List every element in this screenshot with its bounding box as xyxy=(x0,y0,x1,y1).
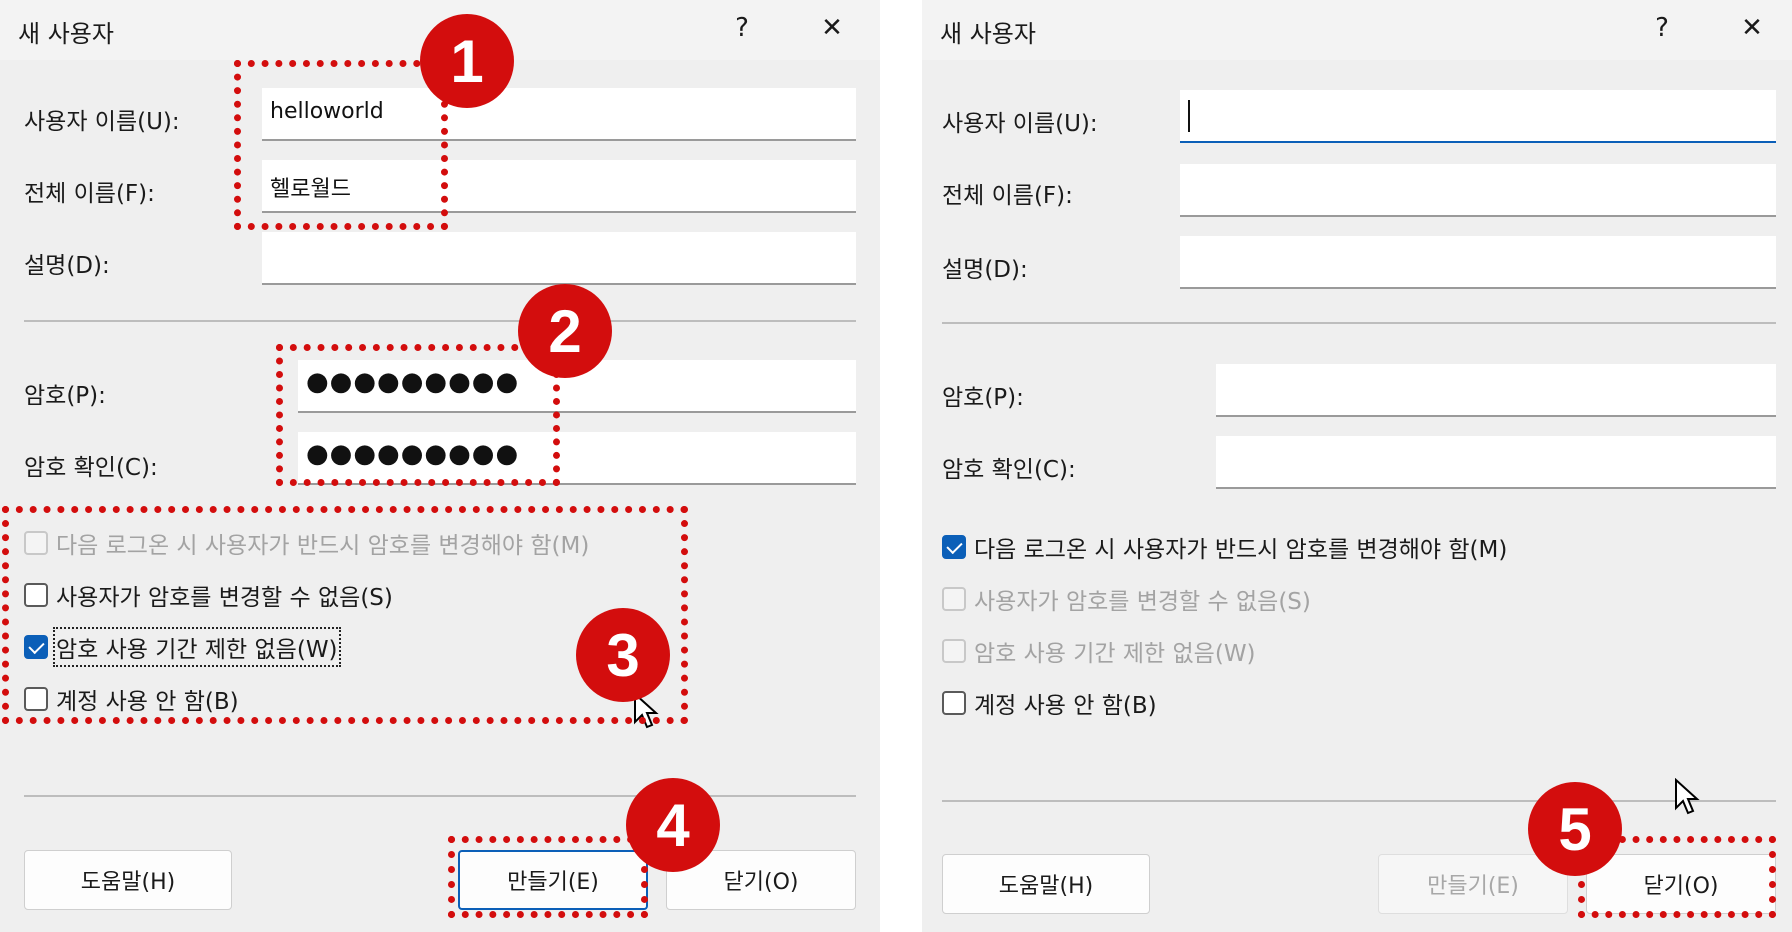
checkbox-password-never-expires[interactable]: 암호 사용 기간 제한 없음(W) xyxy=(24,627,341,667)
fullname-label: 전체 이름(F): xyxy=(942,183,1073,209)
screenshot-stage: 새 사용자 ? ✕ 사용자 이름(U): helloworld 전체 이름(F)… xyxy=(0,0,1792,932)
checkbox-box[interactable] xyxy=(942,691,966,715)
close-button[interactable]: 닫기(O) xyxy=(1586,854,1776,914)
separator xyxy=(942,322,1776,324)
password-input[interactable] xyxy=(1216,364,1776,417)
mouse-pointer-icon xyxy=(1675,778,1700,815)
create-button-disabled: 만들기(E) xyxy=(1378,854,1568,914)
checkbox-password-never-expires: 암호 사용 기간 제한 없음(W) xyxy=(942,634,1256,668)
fullname-input[interactable] xyxy=(1180,164,1776,217)
checkbox-box xyxy=(942,639,966,663)
username-input[interactable] xyxy=(1180,90,1776,143)
checkbox-label: 암호 사용 기간 제한 없음(W) xyxy=(974,641,1256,667)
create-button[interactable]: 만들기(E) xyxy=(458,850,648,910)
title-bar: 새 사용자 ? ✕ xyxy=(0,0,880,60)
checkbox-box[interactable] xyxy=(24,687,48,711)
confirm-password-label: 암호 확인(C): xyxy=(24,455,158,481)
help-button[interactable]: 도움말(H) xyxy=(24,850,232,910)
password-label: 암호(P): xyxy=(942,385,1024,411)
dialog-title: 새 사용자 xyxy=(940,20,1036,48)
description-input[interactable] xyxy=(1180,236,1776,289)
checkbox-box-checked[interactable] xyxy=(942,535,966,559)
description-label: 설명(D): xyxy=(942,257,1028,283)
checkbox-label: 암호 사용 기간 제한 없음(W) xyxy=(53,627,341,667)
separator xyxy=(24,320,856,322)
username-label: 사용자 이름(U): xyxy=(24,109,180,135)
confirm-password-input[interactable]: ●●●●●●●●● xyxy=(298,432,856,485)
checkbox-box xyxy=(942,587,966,611)
username-label: 사용자 이름(U): xyxy=(942,111,1098,137)
confirm-password-label: 암호 확인(C): xyxy=(942,457,1076,483)
checkbox-label: 계정 사용 안 함(B) xyxy=(56,689,239,715)
confirm-password-input[interactable] xyxy=(1216,436,1776,489)
checkbox-box-checked[interactable] xyxy=(24,635,48,659)
separator xyxy=(942,800,1776,802)
checkbox-label: 사용자가 암호를 변경할 수 없음(S) xyxy=(56,585,393,611)
text-caret xyxy=(1188,100,1190,132)
fullname-label: 전체 이름(F): xyxy=(24,181,155,207)
checkbox-label: 다음 로그온 시 사용자가 반드시 암호를 변경해야 함(M) xyxy=(56,533,590,559)
new-user-dialog-filled: 새 사용자 ? ✕ 사용자 이름(U): helloworld 전체 이름(F)… xyxy=(0,0,880,932)
help-question-button[interactable]: ? xyxy=(1640,8,1684,48)
mouse-pointer-icon xyxy=(634,692,659,729)
password-input[interactable]: ●●●●●●●●● xyxy=(298,360,856,413)
fullname-input[interactable]: 헬로월드 xyxy=(262,160,856,213)
new-user-dialog-empty: 새 사용자 ? ✕ 사용자 이름(U): 전체 이름(F): 설명(D): 암호… xyxy=(922,0,1792,932)
checkbox-label: 계정 사용 안 함(B) xyxy=(974,693,1157,719)
dialog-title: 새 사용자 xyxy=(18,20,114,48)
username-input[interactable]: helloworld xyxy=(262,88,856,141)
close-button[interactable]: 닫기(O) xyxy=(666,850,856,910)
close-x-icon[interactable]: ✕ xyxy=(1730,8,1774,48)
checkbox-account-disabled[interactable]: 계정 사용 안 함(B) xyxy=(942,686,1157,720)
help-question-button[interactable]: ? xyxy=(720,8,764,48)
title-bar: 새 사용자 ? ✕ xyxy=(922,0,1792,60)
checkbox-cannot-change-password[interactable]: 사용자가 암호를 변경할 수 없음(S) xyxy=(24,578,393,612)
checkbox-cannot-change-password: 사용자가 암호를 변경할 수 없음(S) xyxy=(942,582,1311,616)
password-label: 암호(P): xyxy=(24,383,106,409)
checkbox-account-disabled[interactable]: 계정 사용 안 함(B) xyxy=(24,682,239,716)
help-button[interactable]: 도움말(H) xyxy=(942,854,1150,914)
checkbox-must-change-password[interactable]: 다음 로그온 시 사용자가 반드시 암호를 변경해야 함(M) xyxy=(942,530,1507,564)
separator xyxy=(24,795,856,797)
description-input[interactable] xyxy=(262,232,856,285)
close-x-icon[interactable]: ✕ xyxy=(810,8,854,48)
checkbox-must-change-password: 다음 로그온 시 사용자가 반드시 암호를 변경해야 함(M) xyxy=(24,526,589,560)
checkbox-box[interactable] xyxy=(24,583,48,607)
checkbox-box xyxy=(24,531,48,555)
checkbox-label: 사용자가 암호를 변경할 수 없음(S) xyxy=(974,589,1311,615)
checkbox-label: 다음 로그온 시 사용자가 반드시 암호를 변경해야 함(M) xyxy=(974,537,1508,563)
description-label: 설명(D): xyxy=(24,253,110,279)
